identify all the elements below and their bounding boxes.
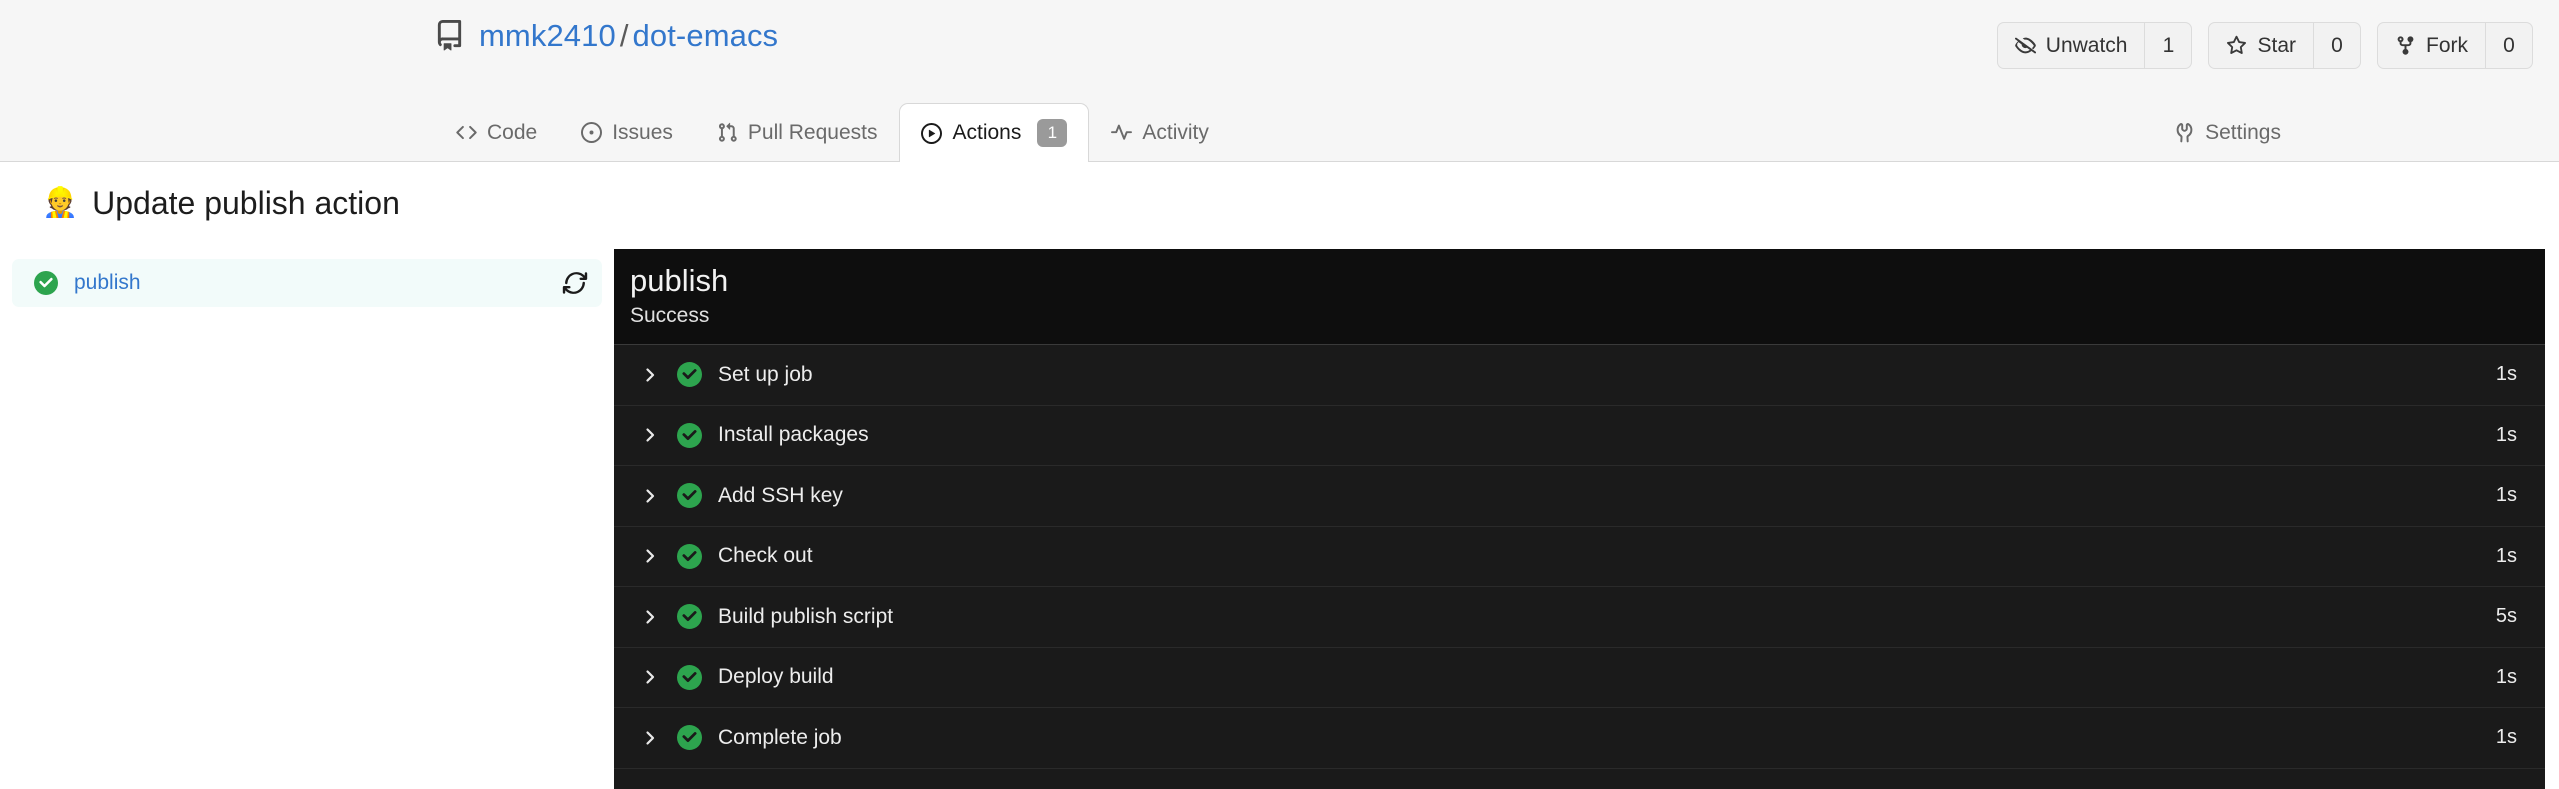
fork-button[interactable]: Fork <box>2378 23 2486 68</box>
star-count[interactable]: 0 <box>2314 23 2360 68</box>
chevron-right-icon[interactable] <box>642 609 658 625</box>
step-row[interactable]: Deploy build 1s <box>614 648 2545 708</box>
step-row[interactable]: Set up job 1s <box>614 345 2545 406</box>
tab-issues-label: Issues <box>612 120 673 144</box>
unwatch-button-label: Unwatch <box>2045 33 2128 57</box>
step-row[interactable]: Add SSH key 1s <box>614 466 2545 527</box>
page-title-text: Update publish action <box>92 185 400 221</box>
job-log-status: Success <box>630 304 710 328</box>
repo-header: mmk2410/dot-emacs Unwatch 1 Star 0 Fork … <box>0 0 2559 162</box>
pull-request-icon <box>717 122 738 143</box>
code-icon <box>456 122 477 143</box>
pulse-icon <box>1111 122 1133 143</box>
check-circle-success-icon <box>658 362 702 388</box>
step-name: Deploy build <box>718 665 834 689</box>
issue-opened-icon <box>581 122 603 143</box>
tab-settings[interactable]: Settings <box>2152 103 2303 161</box>
tab-issues[interactable]: Issues <box>559 103 695 161</box>
repo-action-buttons: Unwatch 1 Star 0 Fork 0 <box>1996 22 2533 69</box>
job-log-title: publish <box>630 263 729 298</box>
page-title: 👷 Update publish action <box>42 180 400 226</box>
step-row[interactable]: Complete job 1s <box>614 708 2545 769</box>
step-duration: 1s <box>2495 544 2517 567</box>
check-circle-success-icon <box>34 271 58 295</box>
tab-code[interactable]: Code <box>434 103 559 161</box>
chevron-right-icon[interactable] <box>642 669 658 685</box>
tab-activity[interactable]: Activity <box>1089 103 1231 161</box>
job-log-header: publish Success <box>614 249 2545 345</box>
step-name: Install packages <box>718 423 869 447</box>
repo-nav-tabs: Code Issues Pull Requests Actions 1 Acti… <box>0 103 2559 162</box>
step-duration: 1s <box>2495 726 2517 749</box>
step-name: Build publish script <box>718 604 894 628</box>
repo-path: mmk2410/dot-emacs <box>479 20 778 51</box>
unwatch-button-group[interactable]: Unwatch 1 <box>1996 22 2193 69</box>
tab-pull-requests[interactable]: Pull Requests <box>695 103 900 161</box>
star-button-label: Star <box>2257 33 2296 57</box>
eye-closed-icon <box>2014 35 2036 56</box>
tab-actions-badge: 1 <box>1037 119 1068 147</box>
step-duration: 1s <box>2495 665 2517 688</box>
sidebar-job-label: publish <box>74 271 141 294</box>
tab-actions[interactable]: Actions 1 <box>899 103 1090 162</box>
star-button-group[interactable]: Star 0 <box>2208 22 2361 69</box>
rerun-sync-icon[interactable] <box>562 270 588 296</box>
step-name: Set up job <box>718 362 813 386</box>
step-row[interactable]: Build publish script 5s <box>614 587 2545 648</box>
repo-path-separator: / <box>619 18 629 53</box>
step-name: Complete job <box>718 725 842 749</box>
star-icon <box>2226 35 2247 56</box>
check-circle-success-icon <box>658 543 702 569</box>
check-circle-success-icon <box>658 725 702 751</box>
tab-actions-label: Actions <box>952 121 1022 144</box>
fork-button-group[interactable]: Fork 0 <box>2377 22 2533 69</box>
check-circle-success-icon <box>658 604 702 630</box>
chevron-right-icon[interactable] <box>642 548 658 564</box>
repo-name-link[interactable]: dot-emacs <box>633 18 779 53</box>
construction-worker-emoji: 👷 <box>42 186 79 219</box>
step-name: Check out <box>718 544 813 568</box>
job-log-panel: publish Success Set up job 1s Install pa… <box>614 249 2545 789</box>
step-row[interactable]: Check out 1s <box>614 527 2545 587</box>
chevron-right-icon[interactable] <box>642 730 658 746</box>
tab-activity-label: Activity <box>1142 120 1209 144</box>
unwatch-count[interactable]: 1 <box>2145 23 2191 68</box>
chevron-right-icon[interactable] <box>642 488 658 504</box>
step-duration: 1s <box>2495 423 2517 446</box>
job-steps-list: Set up job 1s Install packages 1s Add SS… <box>614 345 2545 769</box>
tab-settings-label: Settings <box>2205 120 2281 144</box>
step-row[interactable]: Install packages 1s <box>614 406 2545 466</box>
fork-count[interactable]: 0 <box>2486 23 2532 68</box>
tab-pull-requests-label: Pull Requests <box>747 120 878 144</box>
repo-breadcrumb: mmk2410/dot-emacs <box>434 20 778 51</box>
play-circle-icon <box>921 122 943 144</box>
check-circle-success-icon <box>658 664 702 690</box>
star-button[interactable]: Star <box>2209 23 2314 68</box>
jobs-sidebar: publish <box>0 249 614 789</box>
repo-book-icon <box>434 20 465 51</box>
check-circle-success-icon <box>658 422 702 448</box>
sidebar-job-publish[interactable]: publish <box>12 259 602 307</box>
wrench-icon <box>2174 122 2195 143</box>
fork-button-label: Fork <box>2426 33 2468 57</box>
step-duration: 5s <box>2495 605 2517 628</box>
unwatch-button[interactable]: Unwatch <box>1998 23 2146 68</box>
chevron-right-icon[interactable] <box>642 427 658 443</box>
fork-icon <box>2395 35 2416 56</box>
repo-owner-link[interactable]: mmk2410 <box>479 18 616 53</box>
check-circle-success-icon <box>658 483 702 509</box>
step-duration: 1s <box>2495 363 2517 386</box>
tab-code-label: Code <box>487 120 538 144</box>
chevron-right-icon[interactable] <box>642 367 658 383</box>
step-duration: 1s <box>2495 484 2517 507</box>
step-name: Add SSH key <box>718 483 843 507</box>
workflow-run-body: publish publish Success Set up job 1s In… <box>0 249 2559 789</box>
